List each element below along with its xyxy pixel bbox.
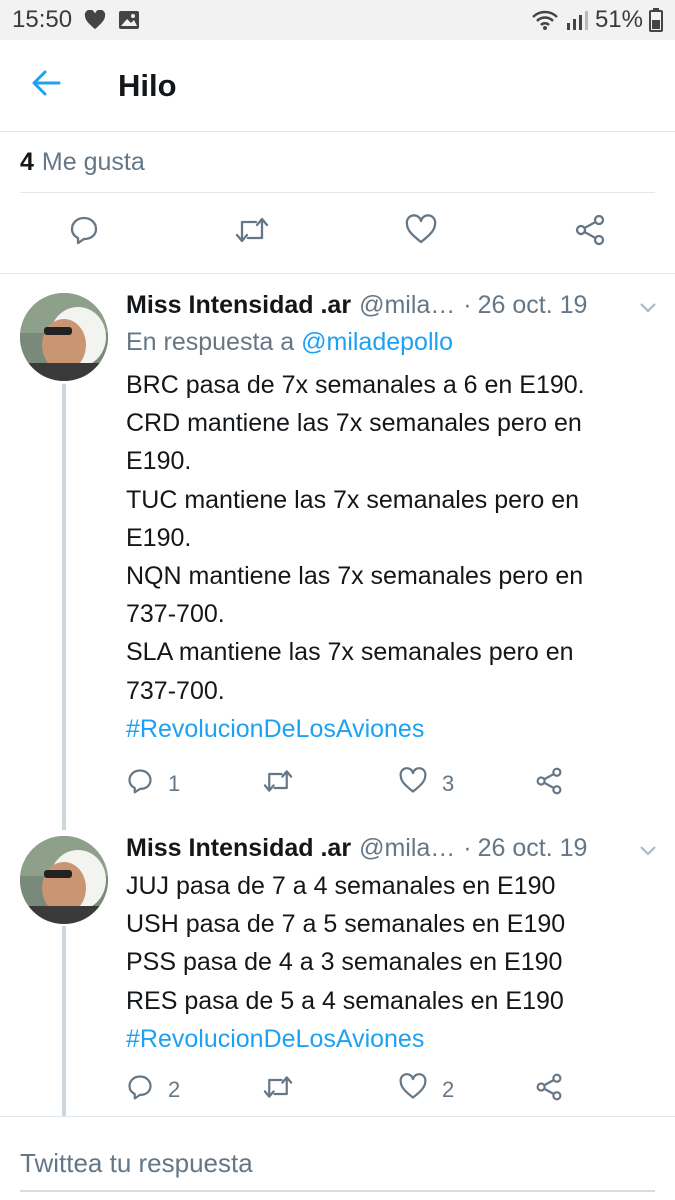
tweet-line: E190. (126, 523, 192, 552)
tweet-line: SLA mantiene las 7x semanales pero en (126, 638, 574, 667)
gallery-notification-icon (118, 10, 140, 30)
hashtag-link[interactable]: #RevolucionDeLosAviones (126, 1020, 646, 1058)
tweet-menu-button[interactable] (639, 291, 657, 320)
tweet-line: 737-700. (126, 600, 225, 629)
tweet-line: 737-700. (126, 676, 225, 705)
battery-icon (649, 8, 663, 32)
battery-percent: 51% (594, 6, 643, 33)
share-button[interactable] (534, 764, 564, 804)
tweet-line: TUC mantiene las 7x semanales pero en (126, 485, 580, 514)
reply-count: 2 (168, 1077, 181, 1102)
like-button[interactable]: 3 (398, 764, 454, 804)
author-handle[interactable]: @mila… (359, 291, 455, 320)
reply-input[interactable] (20, 1143, 655, 1183)
reply-icon (68, 214, 100, 251)
tweet-menu-button[interactable] (639, 834, 657, 863)
reply-button[interactable] (66, 214, 102, 250)
heart-icon (398, 767, 428, 801)
share-icon (534, 1073, 564, 1107)
signal-icon (565, 9, 589, 31)
likes-summary[interactable]: 4 Me gusta (20, 133, 655, 193)
reply-icon (126, 1073, 154, 1107)
likes-count: 4 (20, 148, 34, 176)
retweet-button[interactable] (234, 214, 270, 250)
tweet-actions: 1 3 (126, 764, 646, 804)
author-handle[interactable]: @mila… (359, 834, 455, 863)
like-button[interactable]: 2 (398, 1070, 454, 1110)
tweet-date: 26 oct. 19 (477, 290, 588, 319)
tweet-date: 26 oct. 19 (477, 833, 588, 862)
retweet-button[interactable] (262, 1070, 294, 1110)
reply-mention-link[interactable]: @miladepollo (301, 328, 453, 356)
share-button[interactable] (534, 1070, 564, 1110)
retweet-icon (234, 214, 270, 251)
like-count: 2 (442, 1077, 455, 1102)
tweet-line: NQN mantiene las 7x semanales pero en (126, 562, 584, 591)
separator-dot: · (463, 290, 472, 319)
tweet-line: E190. (126, 447, 192, 476)
reply-context: En respuesta a @miladepollo (126, 328, 453, 357)
status-bar: 15:50 51% (0, 0, 675, 40)
share-icon (534, 767, 564, 801)
input-underline (20, 1190, 655, 1192)
tweet-text: JUJ pasa de 7 a 4 semanales en E190 USH … (126, 867, 646, 1058)
chevron-down-icon (639, 834, 657, 863)
likes-label: Me gusta (41, 148, 145, 176)
avatar[interactable] (20, 293, 108, 381)
back-arrow-icon (31, 70, 61, 101)
app-bar: Hilo (0, 40, 675, 132)
heart-icon (404, 213, 438, 251)
like-button[interactable] (403, 213, 439, 251)
retweet-icon (262, 767, 294, 801)
reply-button[interactable]: 1 (126, 764, 180, 804)
heart-icon (398, 1073, 428, 1107)
tweet-line: PSS pasa de 4 a 3 semanales en E190 (126, 948, 563, 977)
chevron-down-icon (639, 291, 657, 320)
reply-button[interactable]: 2 (126, 1070, 180, 1110)
separator-dot: · (463, 833, 472, 862)
reply-count: 1 (168, 771, 181, 796)
tweet-header: Miss Intensidad .ar @mila… · 26 oct. 19 (126, 288, 657, 322)
share-button[interactable] (572, 214, 608, 250)
thread-connector (62, 384, 66, 830)
tweet-header: Miss Intensidad .ar @mila… · 26 oct. 19 (126, 831, 657, 865)
reply-composer (0, 1116, 675, 1200)
like-count: 3 (442, 771, 455, 796)
wifi-icon (531, 9, 559, 31)
page-title: Hilo (118, 67, 177, 103)
tweet-line: CRD mantiene las 7x semanales pero en (126, 409, 582, 438)
tweet-actions: 2 2 (126, 1070, 646, 1110)
tweet-line: JUJ pasa de 7 a 4 semanales en E190 (126, 872, 556, 900)
tweet-line: USH pasa de 7 a 5 semanales en E190 (126, 910, 566, 939)
retweet-button[interactable] (262, 764, 294, 804)
reply-prefix: En respuesta a (126, 328, 295, 356)
avatar[interactable] (20, 836, 108, 924)
tweet-line: BRC pasa de 7x semanales a 6 en E190. (126, 371, 585, 399)
reply-icon (126, 767, 154, 801)
author-name[interactable]: Miss Intensidad .ar (126, 834, 351, 863)
back-button[interactable] (0, 40, 92, 132)
heart-notification-icon (84, 10, 106, 30)
hashtag-link[interactable]: #RevolucionDeLosAviones (126, 710, 646, 748)
thread-connector (62, 926, 66, 1116)
share-icon (573, 214, 607, 251)
status-time: 15:50 (12, 6, 73, 33)
tweet-text: BRC pasa de 7x semanales a 6 en E190. CR… (126, 366, 646, 748)
tweet-line: RES pasa de 5 a 4 semanales en E190 (126, 986, 564, 1015)
author-name[interactable]: Miss Intensidad .ar (126, 291, 351, 320)
main-tweet-actions (0, 194, 675, 274)
retweet-icon (262, 1073, 294, 1107)
